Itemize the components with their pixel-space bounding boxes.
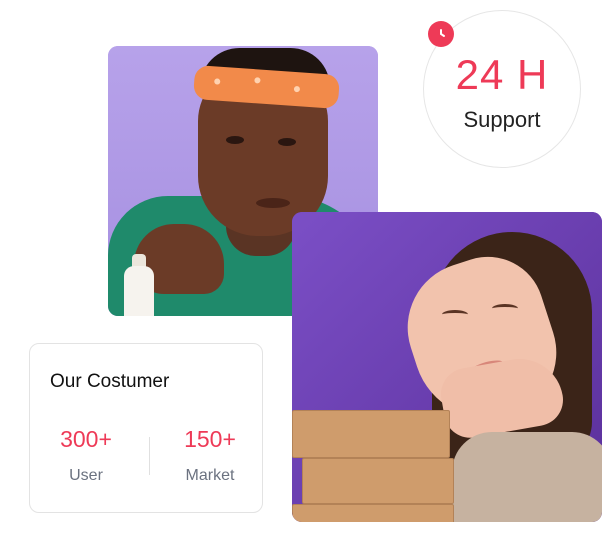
clock-icon (428, 21, 454, 47)
stat-label: User (69, 467, 103, 484)
eye-right (278, 138, 296, 146)
stat-value: 300+ (60, 426, 112, 452)
lips (256, 198, 290, 208)
cardboard-box-middle (302, 458, 454, 504)
closed-eye-right (492, 304, 518, 313)
cardboard-box-bottom (292, 504, 454, 522)
sweater (452, 432, 602, 522)
bottle (124, 266, 154, 316)
stat-label: Market (185, 467, 235, 484)
photo-woman-boxes (292, 212, 602, 522)
stat-markets: 150+ Market (160, 426, 260, 485)
customer-card: Our Costumer 300+ User 150+ Market (29, 343, 263, 513)
card-title: Our Costumer (50, 371, 170, 392)
support-hours: 24 H (455, 51, 549, 98)
support-label: Support (463, 107, 541, 132)
stat-users: 300+ User (36, 426, 136, 485)
eye-left (226, 136, 244, 144)
cardboard-box-top (292, 410, 450, 458)
stat-value: 150+ (184, 426, 236, 452)
closed-eye-left (442, 310, 468, 319)
divider (149, 437, 150, 475)
